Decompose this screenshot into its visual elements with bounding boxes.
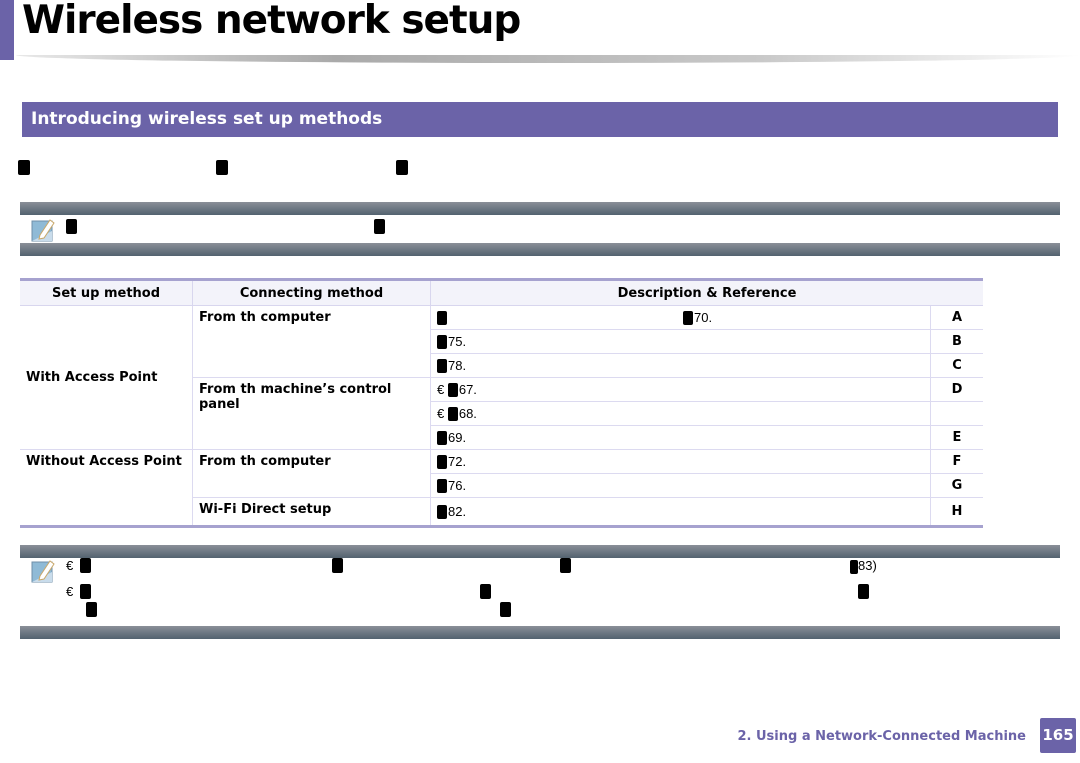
note-bullet-2-cont — [66, 602, 1056, 618]
table-row: With Access Point From th computer 70. A — [20, 305, 983, 450]
method-letter: B — [930, 329, 983, 354]
table-row: Without Access Point From th computer 72. F — [20, 449, 983, 527]
note-pencil-icon — [31, 560, 55, 583]
setup-method-cell: With Access Point — [20, 305, 193, 450]
garbled-glyph — [447, 407, 458, 422]
note-pencil-icon — [31, 219, 55, 242]
method-letter: D — [930, 377, 983, 402]
description-cell: 78. — [430, 353, 931, 378]
garbled-glyph — [374, 219, 385, 234]
title-accent-bar — [0, 0, 14, 60]
note-bullet-1: € 83) — [66, 558, 1056, 574]
method-letter: H — [930, 497, 983, 527]
method-letter — [930, 401, 983, 426]
description-cell: 76. — [430, 473, 931, 498]
garbled-glyph — [858, 584, 869, 599]
garbled-glyph — [683, 311, 693, 326]
page-reference: 83) — [850, 558, 877, 574]
description-cell: 75. — [430, 329, 931, 354]
garbled-glyph — [332, 558, 343, 573]
garbled-glyph — [80, 584, 91, 599]
chapter-link[interactable]: 2. Using a Network-Connected Machine — [737, 729, 1026, 744]
description-cell: 70. — [430, 305, 931, 330]
section-heading: Introducing wireless set up methods — [22, 102, 1058, 137]
description-cell: 82. — [430, 497, 931, 527]
description-cell: € 68. — [430, 401, 931, 426]
intro-paragraph — [18, 160, 1018, 176]
garbled-glyph — [437, 359, 447, 374]
bullet: € — [437, 381, 448, 397]
garbled-glyph — [18, 160, 30, 175]
method-letter: A — [930, 305, 983, 330]
page-reference[interactable]: 78. — [448, 358, 466, 373]
page-reference[interactable]: 67. — [459, 382, 477, 397]
page-reference[interactable]: 68. — [459, 406, 477, 421]
method-letter: G — [930, 473, 983, 498]
garbled-glyph — [437, 311, 447, 326]
description-cell: 69. — [430, 425, 931, 450]
garbled-glyph — [80, 558, 91, 573]
note-bullet-2: € — [66, 584, 1056, 600]
description-cell: 72. — [430, 449, 931, 474]
page-number: 165 — [1040, 718, 1076, 753]
note-text — [66, 219, 1056, 235]
garbled-glyph — [396, 160, 408, 175]
page-reference[interactable]: 82. — [448, 504, 466, 519]
bullet: € — [66, 584, 74, 599]
column-header: Connecting method — [192, 279, 431, 306]
method-letter: C — [930, 353, 983, 378]
column-header: Description & Reference — [430, 279, 983, 306]
garbled-glyph — [437, 505, 447, 520]
table-header-row: Set up method Connecting method Descript… — [20, 279, 983, 306]
garbled-glyph — [437, 455, 447, 470]
description-cell: € 67. — [430, 377, 931, 402]
page-reference[interactable]: 69. — [448, 430, 466, 445]
page-reference[interactable]: 72. — [448, 454, 466, 469]
garbled-glyph — [480, 584, 491, 599]
page-reference[interactable]: 75. — [448, 334, 466, 349]
page-reference[interactable]: 70. — [694, 310, 712, 325]
page-title: Wireless network setup — [22, 0, 521, 43]
note-bottom-bar — [20, 243, 1060, 256]
title-underline — [16, 55, 1080, 63]
connecting-method-cell: From th machine’s control panel — [192, 377, 431, 450]
garbled-glyph — [437, 335, 447, 350]
setup-method-cell: Without Access Point — [20, 449, 193, 527]
page-reference[interactable]: 76. — [448, 478, 466, 493]
connecting-method-cell: Wi-Fi Direct setup — [192, 497, 431, 527]
bullet: € — [66, 558, 74, 573]
setup-methods-table: Set up method Connecting method Descript… — [20, 278, 983, 528]
garbled-glyph — [216, 160, 228, 175]
connecting-method-cell: From th computer — [192, 449, 431, 498]
garbled-glyph — [437, 479, 447, 494]
connecting-method-cell: From th computer — [192, 305, 431, 378]
garbled-glyph — [437, 431, 447, 446]
garbled-glyph — [500, 602, 511, 617]
note-top-bar — [20, 202, 1060, 215]
bullet: € — [437, 405, 448, 421]
column-header: Set up method — [20, 279, 193, 306]
method-letter: E — [930, 425, 983, 450]
method-letter: F — [930, 449, 983, 474]
garbled-glyph — [86, 602, 97, 617]
garbled-glyph — [447, 383, 458, 398]
note-top-bar — [20, 545, 1060, 558]
note-bottom-bar — [20, 626, 1060, 639]
garbled-glyph — [560, 558, 571, 573]
garbled-glyph — [66, 219, 77, 234]
